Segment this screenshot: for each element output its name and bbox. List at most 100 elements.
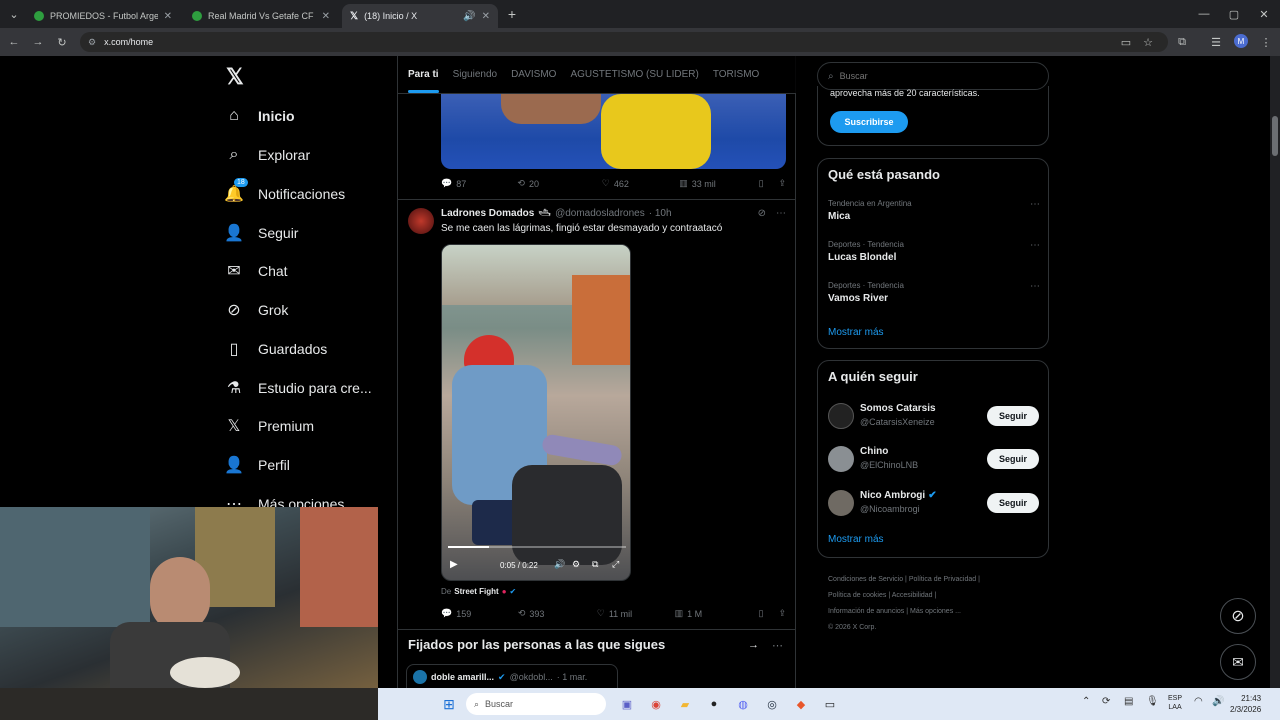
more-icon[interactable]: ⋯ [1030, 240, 1040, 251]
close-icon[interactable]: ✕ [482, 11, 490, 22]
tray-icon[interactable]: ⟳ [1102, 696, 1110, 707]
chevron-up-icon[interactable]: ⌃ [1082, 696, 1090, 707]
arrow-right-icon[interactable]: → [748, 639, 759, 651]
author-handle[interactable]: @domadosladrones [555, 208, 645, 219]
footer-link[interactable]: Accesibilidad [892, 592, 933, 599]
post-time[interactable]: · 10h [649, 208, 672, 219]
share-action[interactable]: ⇪ [778, 608, 786, 619]
nav-home[interactable]: ⌂ Inicio [224, 104, 294, 128]
nav-grok[interactable]: ⊘ Grok [224, 298, 288, 322]
messages-floating-button[interactable]: ✉ [1220, 644, 1256, 680]
follow-suggestion[interactable]: Chino @ElChinoLNB Seguir [828, 444, 1040, 474]
post-media-image[interactable] [441, 94, 786, 169]
new-tab-icon[interactable]: + [502, 4, 522, 24]
follow-suggestion[interactable]: Nico Ambrogi ✔ @Nicoambrogi Seguir [828, 488, 1040, 518]
pip-icon[interactable]: ⧉ [592, 559, 598, 570]
app-icon[interactable]: ◆ [790, 693, 812, 715]
profile-avatar[interactable]: M [1234, 34, 1248, 48]
reply-action[interactable]: 💬 87 [441, 178, 517, 189]
tab-torismo[interactable]: TORISMO [713, 69, 759, 80]
subscribe-button[interactable]: Suscribirse [830, 111, 908, 133]
source-name[interactable]: Street Fight [454, 587, 498, 596]
trend-item[interactable]: Deportes · Tendencia Lucas Blondel ⋯ [828, 240, 1040, 263]
views-action[interactable]: ▥ 1 M [675, 608, 759, 619]
tab-for-you[interactable]: Para ti [408, 69, 439, 93]
minimize-icon[interactable]: — [1194, 4, 1214, 24]
reload-icon[interactable]: ↻ [52, 32, 72, 52]
fullscreen-icon[interactable]: ⤢ [612, 559, 619, 570]
nav-chat[interactable]: ✉ Chat [224, 259, 287, 283]
play-icon[interactable]: ▶ [450, 559, 458, 570]
terminal-icon[interactable]: ▭ [819, 693, 841, 715]
cast-icon[interactable]: ▭ [1116, 32, 1136, 52]
more-icon[interactable]: ⋯ [1030, 199, 1040, 210]
bookmark-star-icon[interactable]: ☆ [1138, 32, 1158, 52]
scrollbar-thumb[interactable] [1272, 116, 1278, 156]
nav-premium[interactable]: 𝕏 Premium [224, 414, 314, 438]
grok-icon[interactable]: ⊘ [758, 208, 766, 219]
browser-tab-x-home[interactable]: 𝕏 (18) Inicio / X 🔊 ✕ [342, 4, 498, 28]
x-logo-icon[interactable]: 𝕏 [226, 64, 244, 90]
language-indicator[interactable]: ESP LAA [1168, 694, 1182, 712]
extensions-icon[interactable]: ⧉ [1172, 32, 1192, 52]
nav-follow[interactable]: 👤 Seguir [224, 221, 298, 245]
author-name[interactable]: Ladrones Domados [441, 208, 534, 219]
volume-icon[interactable]: 🔊 [554, 559, 565, 570]
nav-creator-studio[interactable]: ⚗ Estudio para cre... [224, 376, 372, 400]
obs-icon[interactable]: ● [703, 693, 725, 715]
follow-button[interactable]: Seguir [987, 406, 1039, 426]
more-icon[interactable]: ⋯ [772, 639, 783, 652]
more-icon[interactable]: ⋯ [1030, 281, 1040, 292]
show-more-trends-link[interactable]: Mostrar más [828, 327, 884, 338]
footer-link[interactable]: Política de cookies [828, 592, 886, 599]
tab-davismo[interactable]: DAVISMO [511, 69, 556, 80]
speaker-icon[interactable]: 🔊 [463, 11, 475, 22]
more-icon[interactable]: ⋯ [776, 208, 786, 219]
avatar[interactable] [408, 208, 434, 234]
close-icon[interactable]: ✕ [322, 11, 330, 22]
clock[interactable]: 21:43 2/3/2026 [1230, 693, 1261, 715]
browser-tab-promiedos[interactable]: PROMIEDOS - Futbol Argentino ✕ [26, 4, 180, 28]
reply-action[interactable]: 💬 159 [441, 608, 518, 619]
footer-link[interactable]: Información de anuncios [828, 608, 904, 615]
nav-bookmarks[interactable]: ▯ Guardados [224, 337, 328, 361]
footer-link[interactable]: Política de Privacidad [909, 576, 976, 583]
search-input[interactable] [839, 71, 1020, 81]
like-action[interactable]: ♡ 462 [602, 178, 679, 189]
nav-notifications[interactable]: 🔔 18 Notificaciones [224, 178, 345, 206]
repost-action[interactable]: ⟲ 393 [518, 608, 597, 619]
follow-suggestion[interactable]: Somos Catarsis @CatarsisXeneize Seguir [828, 401, 1040, 431]
volume-icon[interactable]: 🔊 [1212, 696, 1224, 707]
follow-button[interactable]: Seguir [987, 493, 1039, 513]
discord-icon[interactable]: ◍ [732, 693, 754, 715]
tab-agustetismo[interactable]: AGUSTETISMO (SU LIDER) [570, 69, 698, 80]
close-window-icon[interactable]: ✕ [1254, 4, 1274, 24]
tab-following[interactable]: Siguiendo [453, 69, 497, 80]
back-icon[interactable]: ← [4, 32, 24, 52]
steam-icon[interactable]: ◎ [761, 693, 783, 715]
windows-start-icon[interactable]: ⊞ [438, 693, 460, 715]
nav-profile[interactable]: 👤 Perfil [224, 453, 290, 477]
follow-button[interactable]: Seguir [987, 449, 1039, 469]
page-scrollbar[interactable] [1270, 56, 1280, 688]
bookmark-action[interactable]: ▯ [758, 608, 778, 619]
reading-list-icon[interactable]: ☰ [1206, 32, 1226, 52]
forward-icon[interactable]: → [28, 32, 48, 52]
trend-item[interactable]: Tendencia en Argentina Mica ⋯ [828, 199, 1040, 222]
footer-link[interactable]: Más opciones ... [910, 608, 961, 615]
share-action[interactable]: ⇪ [778, 178, 786, 189]
kebab-menu-icon[interactable]: ⋮ [1256, 32, 1276, 52]
file-explorer-icon[interactable]: ▰ [674, 693, 696, 715]
video-player[interactable]: ▶ 0:05 / 0:22 🔊 ⚙ ⧉ ⤢ [441, 244, 631, 581]
repost-action[interactable]: ⟲ 20 [517, 178, 601, 189]
settings-icon[interactable]: ⚙ [572, 559, 580, 570]
microphone-icon[interactable]: 🎙 [1146, 696, 1159, 707]
maximize-icon[interactable]: ▢ [1224, 4, 1244, 24]
browser-tab-real-madrid[interactable]: Real Madrid Vs Getafe CF - Res ✕ [184, 4, 338, 28]
views-action[interactable]: ▥ 33 mil [679, 178, 758, 189]
video-progress-track[interactable] [448, 546, 626, 548]
like-action[interactable]: ♡ 11 mil [597, 608, 675, 619]
grok-floating-button[interactable]: ⊘ [1220, 598, 1256, 634]
wifi-icon[interactable]: ◠ [1194, 696, 1203, 707]
trend-item[interactable]: Deportes · Tendencia Vamos River ⋯ [828, 281, 1040, 304]
